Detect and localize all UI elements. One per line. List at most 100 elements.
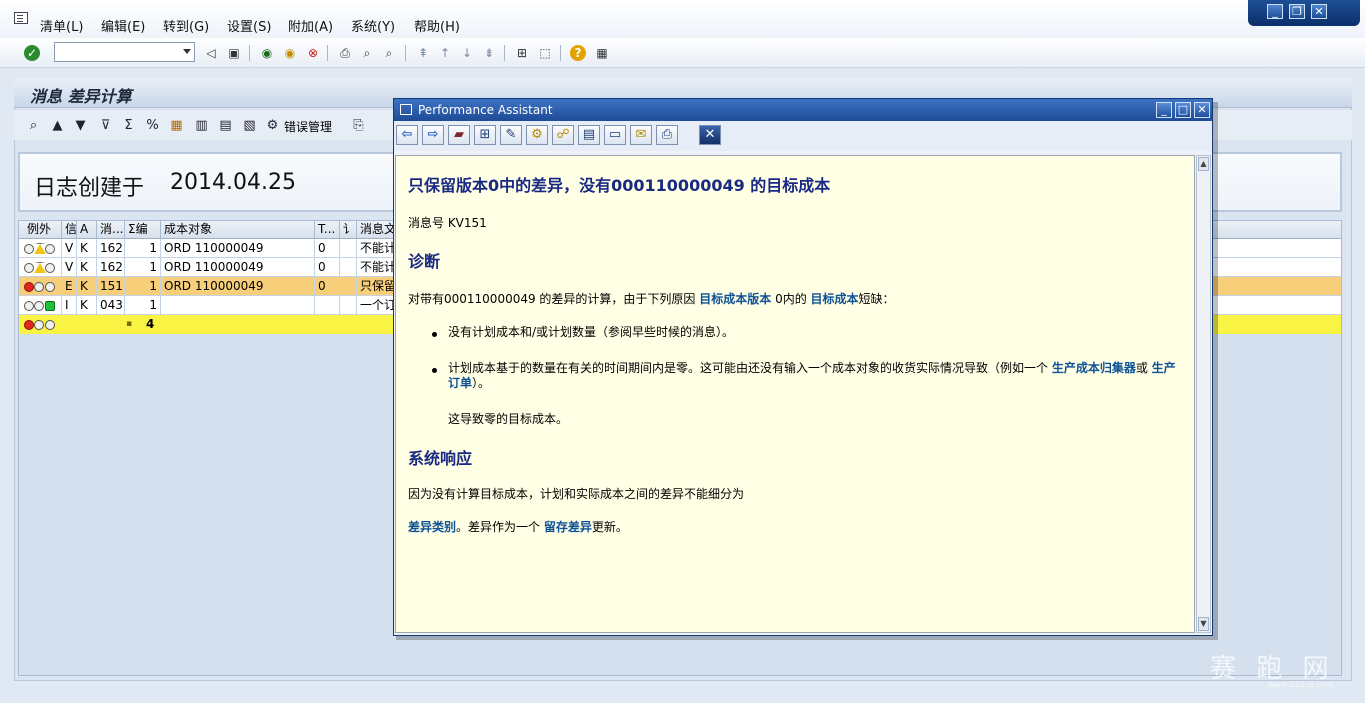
table-icon[interactable]: ▤ xyxy=(578,125,600,145)
menu-list[interactable]: 清单(L) xyxy=(40,16,83,35)
target-cost-link[interactable]: 目标成本 xyxy=(811,292,859,306)
system-menu-icon[interactable] xyxy=(14,12,28,24)
remaining-variance-link[interactable]: 留存差异 xyxy=(544,520,592,534)
export-icon[interactable]: ▤ xyxy=(217,117,234,134)
column-type[interactable]: 信 xyxy=(62,221,77,239)
help-icon[interactable]: ? xyxy=(570,45,586,61)
layout-menu-icon[interactable]: ▦ xyxy=(593,44,611,62)
menu-extras[interactable]: 附加(A) xyxy=(288,16,333,35)
save-icon[interactable]: ▣ xyxy=(225,44,243,62)
command-field[interactable] xyxy=(54,42,195,62)
sum-icon[interactable]: Σ xyxy=(120,117,137,134)
document-icon[interactable]: ▧ xyxy=(241,117,258,134)
sort-descending-icon[interactable]: ▼ xyxy=(72,117,89,134)
column-icon[interactable]: ▥ xyxy=(193,117,210,134)
create-session-icon[interactable]: ⊞ xyxy=(513,44,531,62)
system-response-detail-text: 。差异作为一个 xyxy=(456,520,544,534)
filter-icon[interactable]: ⊽ xyxy=(97,117,114,134)
cell-msg-no: 162 xyxy=(97,258,125,277)
dialog-title-bar[interactable]: Performance Assistant _ □ ✕ xyxy=(394,99,1212,121)
diagnosis-intro-text: 0内的 xyxy=(771,292,811,306)
system-response-detail: 差异类别。差异作为一个 留存差异更新。 xyxy=(408,518,628,535)
restore-icon[interactable]: ❐ xyxy=(1289,4,1305,19)
find-next-icon[interactable]: ⌕ xyxy=(380,44,398,62)
previous-page-icon[interactable]: ↑ xyxy=(436,44,454,62)
cell-mark xyxy=(340,277,357,296)
cell-msg-no: 043 xyxy=(97,296,125,315)
target-cost-version-link[interactable]: 目标成本版本 xyxy=(699,292,771,306)
diagnosis-intro: 对带有000110000049 的差异的计算，由于下列原因 目标成本版本 0内的… xyxy=(408,290,895,307)
bullet-icon xyxy=(432,368,437,373)
exception-lights xyxy=(19,239,62,258)
back-arrow-icon[interactable]: ◁ xyxy=(202,44,220,62)
close-icon[interactable]: ✕ xyxy=(1194,102,1210,118)
last-page-icon[interactable]: ⇟ xyxy=(480,44,498,62)
sort-ascending-icon[interactable]: ▲ xyxy=(49,117,66,134)
back-arrow-icon[interactable]: ⇦ xyxy=(396,125,418,145)
diagnosis-bullet-2: 计划成本基于的数量在有关的时间期间内是零。这可能由还没有输入一个成本对象的收货实… xyxy=(448,361,1180,391)
enter-icon[interactable]: ✓ xyxy=(24,45,40,61)
column-mark[interactable]: 讠 xyxy=(340,221,357,239)
exit-icon[interactable]: ◉ xyxy=(281,44,299,62)
bullet-2-text: 计划成本基于的数量在有关的时间期间内是零。这可能由还没有输入一个成本对象的收货实… xyxy=(448,361,1052,375)
back-icon[interactable]: ◉ xyxy=(258,44,276,62)
technical-info-icon[interactable]: ⊞ xyxy=(474,125,496,145)
cell-type: E xyxy=(62,277,77,296)
cell-area: K xyxy=(77,296,97,315)
find-icon[interactable]: ⌕ xyxy=(358,44,376,62)
menu-goto[interactable]: 转到(G) xyxy=(163,16,209,35)
column-area[interactable]: A xyxy=(77,221,97,239)
menu-system[interactable]: 系统(Y) xyxy=(351,16,395,35)
cancel-icon[interactable]: ⊗ xyxy=(304,44,322,62)
minimize-icon[interactable]: _ xyxy=(1156,102,1172,118)
column-cost-object[interactable]: 成本对象 xyxy=(161,221,315,239)
window-controls: _ ❐ ✕ xyxy=(1248,0,1360,26)
minimize-icon[interactable]: _ xyxy=(1267,4,1283,19)
product-cost-collector-link[interactable]: 生产成本归集器 xyxy=(1052,361,1136,375)
error-management-icon[interactable]: ⚙ xyxy=(264,117,281,134)
close-icon[interactable]: ✕ xyxy=(699,125,721,145)
column-msg-no[interactable]: 消... xyxy=(97,221,125,239)
edit-icon[interactable]: ✎ xyxy=(500,125,522,145)
variance-category-link[interactable]: 差异类别 xyxy=(408,520,456,534)
forward-arrow-icon[interactable]: ⇨ xyxy=(422,125,444,145)
close-icon[interactable]: ✕ xyxy=(1311,4,1327,19)
book-icon[interactable]: ▰ xyxy=(448,125,470,145)
link-icon[interactable]: ☍ xyxy=(552,125,574,145)
separator xyxy=(327,45,328,61)
column-message-text[interactable]: 消息文 xyxy=(357,221,397,239)
diagnosis-heading: 诊断 xyxy=(408,252,441,271)
vertical-scrollbar[interactable]: ▲ ▼ xyxy=(1196,155,1211,633)
layout-grid-icon[interactable]: ▦ xyxy=(168,117,185,134)
standard-toolbar: ✓ ◁ ▣ ◉ ◉ ⊗ ⎙ ⌕ ⌕ ⇞ ↑ ↓ ⇟ ⊞ ⬚ ? ▦ xyxy=(0,38,1365,68)
menu-help[interactable]: 帮助(H) xyxy=(414,16,460,35)
notes-icon[interactable]: ✉ xyxy=(630,125,652,145)
menu-edit[interactable]: 编辑(E) xyxy=(101,16,145,35)
column-exception[interactable]: 例外 xyxy=(19,221,62,239)
bullet-2-text: ）。 xyxy=(472,376,491,390)
command-input[interactable] xyxy=(55,43,175,61)
exception-lights xyxy=(19,277,62,296)
glossary-icon[interactable]: ▭ xyxy=(604,125,626,145)
chevron-down-icon[interactable] xyxy=(183,49,191,54)
details-icon[interactable]: ⌕ xyxy=(25,117,42,134)
cell-cost-object xyxy=(161,296,315,315)
technical-info-icon[interactable]: ⎘ xyxy=(350,117,367,134)
maximize-icon[interactable]: □ xyxy=(1175,102,1191,118)
next-page-icon[interactable]: ↓ xyxy=(458,44,476,62)
scroll-up-icon[interactable]: ▲ xyxy=(1198,157,1209,171)
column-t[interactable]: T... xyxy=(315,221,340,239)
shortcut-icon[interactable]: ⬚ xyxy=(536,44,554,62)
subtotal-icon[interactable]: % xyxy=(144,117,161,134)
cell-cost-object: ORD 110000049 xyxy=(161,239,315,258)
message-heading: 只保留版本0中的差异，没有000110000049 的目标成本 xyxy=(408,176,831,195)
menu-settings[interactable]: 设置(S) xyxy=(227,16,271,35)
settings-icon[interactable]: ⚙ xyxy=(526,125,548,145)
scroll-down-icon[interactable]: ▼ xyxy=(1198,617,1209,631)
print-icon[interactable]: ⎙ xyxy=(656,125,678,145)
error-management-button[interactable]: 错误管理 xyxy=(284,118,332,135)
first-page-icon[interactable]: ⇞ xyxy=(414,44,432,62)
column-count[interactable]: Σ编 xyxy=(125,221,161,239)
print-icon[interactable]: ⎙ xyxy=(336,44,354,62)
watermark-url: www.315sp.com xyxy=(1268,680,1334,689)
